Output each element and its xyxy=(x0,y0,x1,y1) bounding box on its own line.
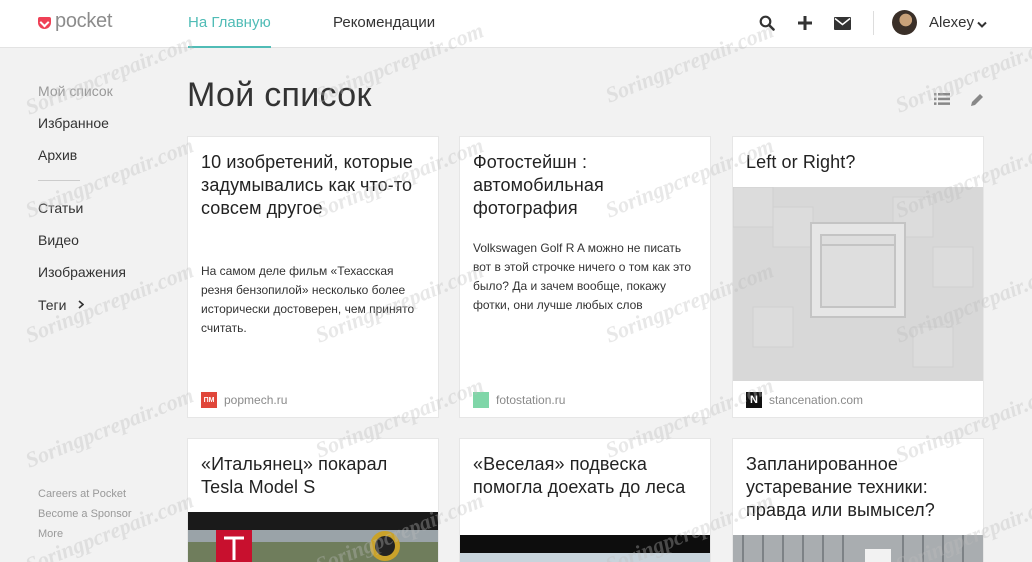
top-bar: pocket На Главную Рекомендации Alexey xyxy=(0,0,1032,48)
article-card[interactable]: 10 изобретений, которые задумывались как… xyxy=(187,136,439,418)
sidebar-divider xyxy=(38,180,80,181)
careers-link[interactable]: Careers at Pocket xyxy=(38,488,126,500)
avatar[interactable] xyxy=(892,10,917,35)
card-source-label: popmech.ru xyxy=(224,393,288,407)
user-name[interactable]: Alexey xyxy=(929,14,974,31)
popmech-favicon-icon: ПМ xyxy=(201,392,217,408)
sidebar-item-favorites[interactable]: Избранное xyxy=(38,115,109,131)
sponsor-link[interactable]: Become a Sponsor xyxy=(38,508,132,520)
card-excerpt: Volkswagen Golf R A можно не писать вот … xyxy=(473,241,692,312)
logo-text: pocket xyxy=(55,10,113,32)
card-source[interactable]: fotostation.ru xyxy=(473,392,565,408)
article-card[interactable]: «Итальянец» покарал Tesla Model S xyxy=(187,438,439,562)
list-view-icon[interactable] xyxy=(934,92,952,110)
mail-icon[interactable] xyxy=(832,13,852,33)
card-thumbnail[interactable] xyxy=(733,187,983,381)
article-card[interactable]: Left or Right? N stancenation.com xyxy=(732,136,984,418)
card-excerpt: На самом деле фильм «Техасская резня бен… xyxy=(201,264,415,335)
tab-home[interactable]: На Главную xyxy=(188,14,271,48)
card-title[interactable]: Фотостейшн : автомобильная фотография xyxy=(473,151,697,220)
watermark: Soringpcrepair.com xyxy=(21,382,198,473)
card-source[interactable]: N stancenation.com xyxy=(746,392,863,408)
fotostation-favicon-icon xyxy=(473,392,489,408)
stancenation-favicon-icon: N xyxy=(746,392,762,408)
sidebar-item-my-list[interactable]: Мой список xyxy=(38,83,113,99)
search-icon[interactable] xyxy=(757,13,777,33)
sidebar-item-images[interactable]: Изображения xyxy=(38,264,126,280)
edit-icon[interactable] xyxy=(969,92,987,110)
card-thumbnail[interactable] xyxy=(188,512,438,562)
article-card[interactable]: Запланированное устаревание техники: пра… xyxy=(732,438,984,562)
sidebar-item-archive[interactable]: Архив xyxy=(38,147,77,163)
more-link[interactable]: More xyxy=(38,528,63,540)
pocket-logo[interactable]: pocket xyxy=(38,10,112,33)
sidebar-item-articles[interactable]: Статьи xyxy=(38,200,83,216)
card-title[interactable]: Запланированное устаревание техники: пра… xyxy=(746,453,970,522)
card-title[interactable]: Left or Right? xyxy=(746,151,970,174)
card-source[interactable]: ПМ popmech.ru xyxy=(201,392,287,408)
sidebar-item-tags[interactable]: Теги xyxy=(38,296,85,313)
card-title[interactable]: 10 изобретений, которые задумывались как… xyxy=(201,151,425,220)
sidebar-item-videos[interactable]: Видео xyxy=(38,232,79,248)
card-source-label: stancenation.com xyxy=(769,393,864,407)
tab-recommendations[interactable]: Рекомендации xyxy=(333,14,435,48)
card-title[interactable]: «Итальянец» покарал Tesla Model S xyxy=(201,453,425,499)
plus-icon[interactable] xyxy=(795,13,815,33)
page-title: Мой список xyxy=(187,76,372,114)
chevron-down-icon[interactable] xyxy=(977,16,987,34)
article-card[interactable]: Фотостейшн : автомобильная фотография Vo… xyxy=(459,136,711,418)
header-divider xyxy=(873,11,874,35)
card-source-label: fotostation.ru xyxy=(496,393,566,407)
pocket-logo-icon xyxy=(38,16,51,29)
card-thumbnail[interactable] xyxy=(733,535,983,562)
chevron-right-icon xyxy=(78,296,85,312)
sidebar-item-tags-label: Теги xyxy=(38,297,67,313)
card-title[interactable]: «Веселая» подвеска помогла доехать до ле… xyxy=(473,453,697,499)
card-thumbnail[interactable] xyxy=(460,535,710,562)
article-card[interactable]: «Веселая» подвеска помогла доехать до ле… xyxy=(459,438,711,562)
